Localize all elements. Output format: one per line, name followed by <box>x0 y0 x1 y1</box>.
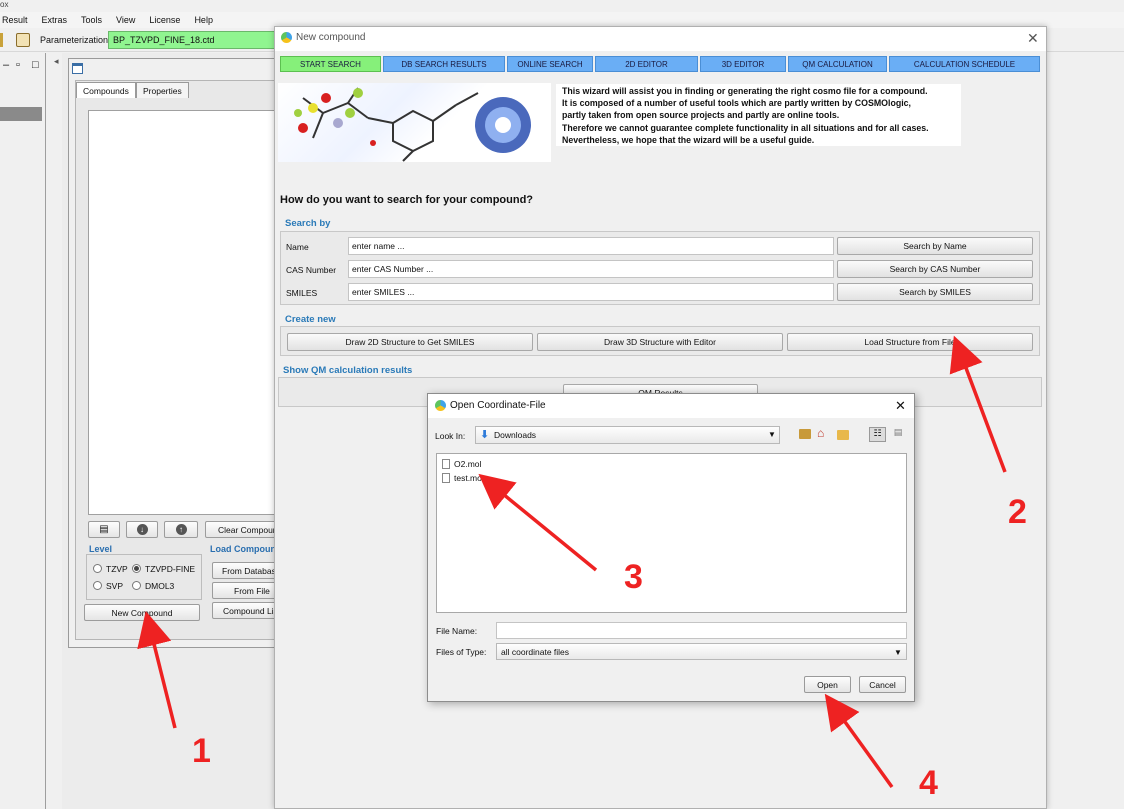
arrow-1 <box>137 611 177 729</box>
arrow-3 <box>478 473 598 572</box>
arrow-4 <box>824 693 894 789</box>
step-number-1: 1 <box>192 732 211 770</box>
annotation-arrows <box>137 335 1007 789</box>
step-number-3: 3 <box>624 558 643 596</box>
arrow-2 <box>949 335 1007 473</box>
step-number-4: 4 <box>919 764 938 802</box>
step-number-2: 2 <box>1008 493 1027 531</box>
